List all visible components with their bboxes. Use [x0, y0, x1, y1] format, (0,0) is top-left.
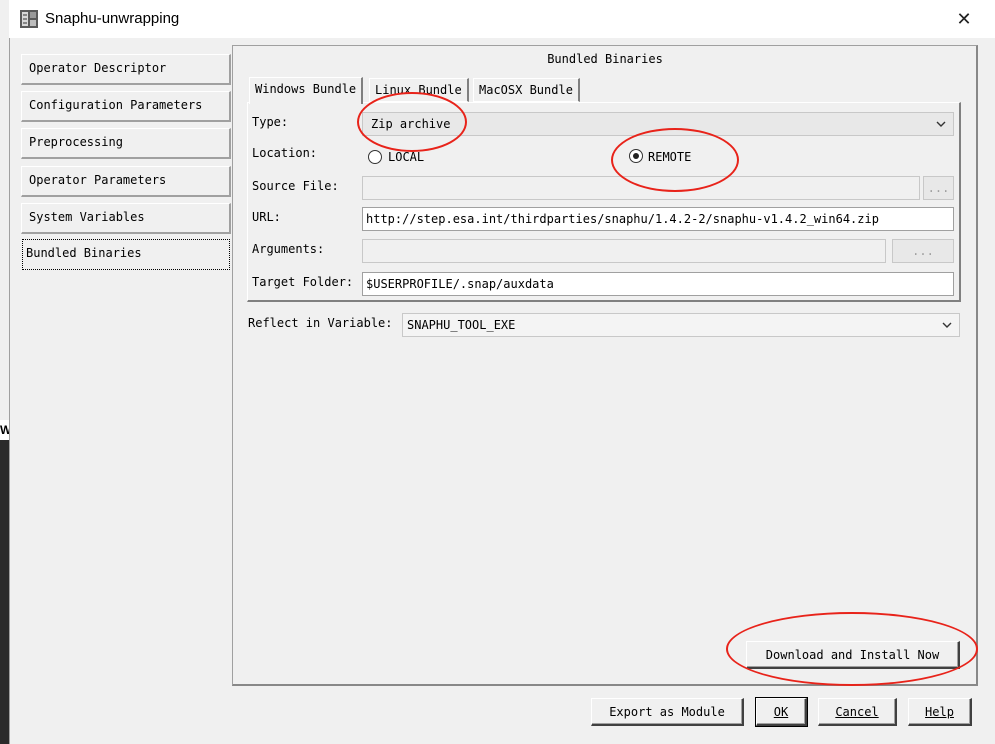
ok-button[interactable]: OK	[755, 697, 808, 727]
tab-macosx-bundle[interactable]: MacOSX Bundle	[473, 78, 580, 102]
arguments-label: Arguments:	[252, 242, 325, 256]
nav-item-system-variables[interactable]: System Variables	[21, 203, 231, 234]
reflect-variable-label: Reflect in Variable:	[248, 316, 393, 330]
ok-button-label: OK	[773, 705, 789, 719]
close-icon[interactable]: ✕	[948, 6, 980, 34]
nav-item-bundled-binaries[interactable]: Bundled Binaries	[22, 239, 230, 270]
location-label: Location:	[252, 146, 318, 160]
download-install-button[interactable]: Download and Install Now	[746, 641, 960, 669]
location-remote-label: REMOTE	[648, 150, 692, 164]
nav-item-operator-parameters[interactable]: Operator Parameters	[21, 166, 231, 197]
type-label: Type:	[252, 115, 289, 129]
panel-title: Bundled Binaries	[547, 52, 663, 66]
cancel-button[interactable]: Cancel	[818, 698, 897, 726]
location-local-radio[interactable]	[368, 150, 382, 164]
chevron-down-icon	[941, 314, 953, 336]
nav-item-label: Preprocessing	[29, 135, 123, 149]
nav-item-label: System Variables	[29, 210, 145, 224]
background-window-fragment: W	[0, 420, 9, 440]
help-button[interactable]: Help	[908, 698, 972, 726]
source-file-field[interactable]	[362, 176, 920, 200]
nav-item-configuration-parameters[interactable]: Configuration Parameters	[21, 91, 231, 122]
url-field[interactable]: http://step.esa.int/thirdparties/snaphu/…	[362, 207, 954, 231]
source-file-label: Source File:	[252, 179, 339, 193]
window-title: Snaphu-unwrapping	[45, 10, 180, 27]
tab-windows-bundle[interactable]: Windows Bundle	[249, 77, 364, 104]
snap-app-icon	[20, 10, 38, 28]
reflect-variable-value: SNAPHU_TOOL_EXE	[407, 318, 516, 332]
export-as-module-button[interactable]: Export as Module	[591, 698, 744, 726]
nav-item-label: Operator Parameters	[29, 173, 167, 187]
cancel-button-label: Cancel	[835, 705, 879, 719]
reflect-variable-select[interactable]: SNAPHU_TOOL_EXE	[402, 313, 960, 337]
target-folder-field[interactable]: $USERPROFILE/.snap/auxdata	[362, 272, 954, 296]
arguments-browse-button[interactable]: ...	[892, 239, 954, 263]
type-select[interactable]: Zip archive	[362, 112, 954, 136]
location-local-label: LOCAL	[388, 150, 425, 164]
target-folder-label: Target Folder:	[252, 275, 354, 289]
tab-linux-bundle[interactable]: Linux Bundle	[369, 78, 469, 102]
nav-item-label: Bundled Binaries	[26, 246, 142, 260]
help-button-label: Help	[925, 705, 954, 719]
type-select-value: Zip archive	[371, 117, 451, 131]
url-label: URL:	[252, 210, 281, 224]
chevron-down-icon	[935, 113, 947, 135]
arguments-field[interactable]	[362, 239, 886, 263]
nav-item-label: Operator Descriptor	[29, 61, 167, 75]
tab-label: Windows Bundle	[255, 82, 357, 96]
tab-label: Linux Bundle	[375, 83, 462, 97]
nav-item-preprocessing[interactable]: Preprocessing	[21, 128, 231, 159]
nav-item-operator-descriptor[interactable]: Operator Descriptor	[21, 54, 231, 85]
source-file-browse-button[interactable]: ...	[923, 176, 954, 200]
location-remote-radio[interactable]	[629, 149, 643, 163]
nav-item-label: Configuration Parameters	[29, 98, 203, 112]
tab-label: MacOSX Bundle	[479, 83, 573, 97]
